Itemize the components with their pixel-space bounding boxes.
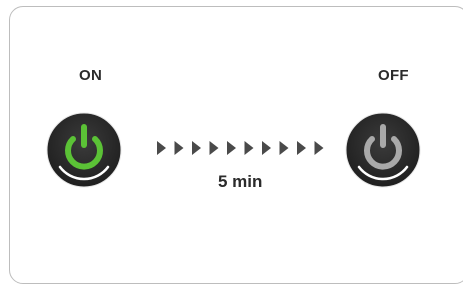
arrow-chevron xyxy=(262,141,271,155)
arrow-chevron xyxy=(279,141,289,155)
power-icon xyxy=(345,112,421,188)
arrow-chevron xyxy=(209,141,219,155)
arrow-chevrons xyxy=(157,141,324,155)
duration-label: 5 min xyxy=(218,172,263,191)
arrow-chevron xyxy=(314,141,324,155)
transition-arrows xyxy=(155,136,340,160)
arrow-chevron xyxy=(174,141,184,155)
arrow-chevron xyxy=(244,141,254,155)
arrow-chevron xyxy=(192,141,201,155)
on-state-label: ON xyxy=(79,67,103,84)
arrow-chevron xyxy=(297,141,306,155)
arrow-chevron xyxy=(157,141,166,155)
power-button-off xyxy=(345,112,421,188)
off-state-label: OFF xyxy=(378,67,409,84)
power-button-on xyxy=(46,112,122,188)
power-icon xyxy=(46,112,122,188)
arrow-chevron xyxy=(227,141,236,155)
